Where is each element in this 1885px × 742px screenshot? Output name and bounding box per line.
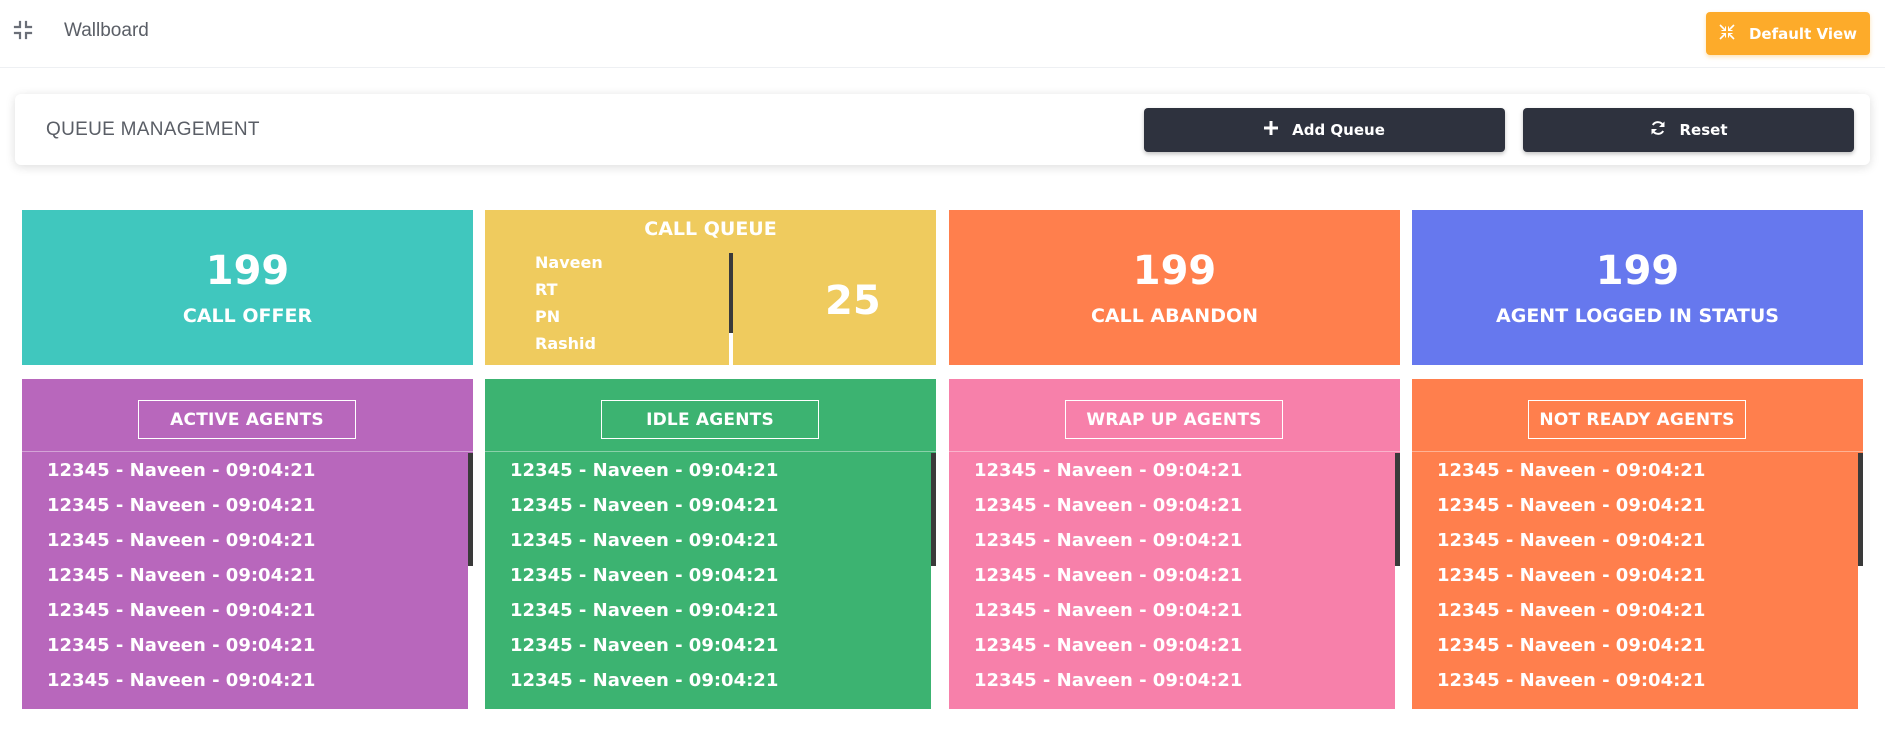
list-item: 12345 - Naveen - 09:04:21 — [974, 635, 1243, 656]
list-item: 12345 - Naveen - 09:04:21 — [974, 530, 1243, 551]
list-item: 12345 - Naveen - 09:04:21 — [47, 670, 316, 691]
call-abandon-label: CALL ABANDON — [1090, 305, 1259, 327]
list-item: 12345 - Naveen - 09:04:21 — [47, 530, 316, 551]
call-queue-list: Naveen RT PN Rashid — [535, 254, 710, 362]
top-bar: Wallboard Default View — [0, 0, 1885, 68]
agent-logged-in-tile: 199 AGENT LOGGED IN STATUS — [1412, 210, 1863, 365]
agent-logged-in-label: AGENT LOGGED IN STATUS — [1496, 305, 1779, 327]
call-queue-tile: CALL QUEUE Naveen RT PN Rashid 25 — [485, 210, 936, 365]
list-item: 12345 - Naveen - 09:04:21 — [1437, 600, 1706, 621]
not-ready-agents-title: NOT READY AGENTS — [1528, 400, 1746, 439]
list-item: 12345 - Naveen - 09:04:21 — [974, 670, 1243, 691]
active-agents-panel: ACTIVE AGENTS 12345 - Naveen - 09:04:21 … — [22, 379, 473, 709]
scrollbar-thumb[interactable] — [931, 453, 936, 566]
call-abandon-tile: 199 CALL ABANDON — [949, 210, 1400, 365]
wrap-up-agents-list: 12345 - Naveen - 09:04:21 12345 - Naveen… — [949, 453, 1395, 698]
scrollbar-thumb[interactable] — [1395, 453, 1400, 566]
call-abandon-value: 199 — [1132, 248, 1217, 294]
scrollbar-thumb[interactable] — [1858, 453, 1863, 566]
idle-agents-title: IDLE AGENTS — [601, 400, 819, 439]
page-title: Wallboard — [64, 20, 149, 41]
idle-agents-list: 12345 - Naveen - 09:04:21 12345 - Naveen… — [485, 453, 931, 698]
list-item: 12345 - Naveen - 09:04:21 — [974, 495, 1243, 516]
active-agents-title: ACTIVE AGENTS — [138, 400, 356, 439]
list-item: 12345 - Naveen - 09:04:21 — [1437, 530, 1706, 551]
list-item: 12345 - Naveen - 09:04:21 — [974, 565, 1243, 586]
call-offer-value: 199 — [205, 248, 290, 294]
list-item: 12345 - Naveen - 09:04:21 — [47, 635, 316, 656]
call-queue-item: RT — [535, 280, 558, 299]
list-item: 12345 - Naveen - 09:04:21 — [1437, 565, 1706, 586]
list-item: 12345 - Naveen - 09:04:21 — [47, 495, 316, 516]
wrap-up-agents-panel: WRAP UP AGENTS 12345 - Naveen - 09:04:21… — [949, 379, 1400, 709]
call-offer-label: CALL OFFER — [182, 305, 313, 327]
list-item: 12345 - Naveen - 09:04:21 — [510, 460, 779, 481]
scrollbar-thumb[interactable] — [468, 453, 473, 566]
collapse-arrows-icon[interactable] — [12, 19, 34, 41]
list-item: 12345 - Naveen - 09:04:21 — [47, 565, 316, 586]
plus-icon — [1264, 121, 1292, 139]
list-item: 12345 - Naveen - 09:04:21 — [510, 670, 779, 691]
list-item: 12345 - Naveen - 09:04:21 — [510, 495, 779, 516]
add-queue-button[interactable]: Add Queue — [1144, 108, 1505, 152]
queue-management-title: QUEUE MANAGEMENT — [46, 119, 260, 140]
idle-agents-panel: IDLE AGENTS 12345 - Naveen - 09:04:21 12… — [485, 379, 936, 709]
list-item: 12345 - Naveen - 09:04:21 — [974, 460, 1243, 481]
compress-icon — [1719, 23, 1749, 44]
list-item: 12345 - Naveen - 09:04:21 — [510, 530, 779, 551]
list-item: 12345 - Naveen - 09:04:21 — [510, 635, 779, 656]
list-item: 12345 - Naveen - 09:04:21 — [1437, 635, 1706, 656]
list-item: 12345 - Naveen - 09:04:21 — [1437, 670, 1706, 691]
list-item: 12345 - Naveen - 09:04:21 — [47, 460, 316, 481]
panel-header: ACTIVE AGENTS — [22, 379, 473, 452]
not-ready-agents-list: 12345 - Naveen - 09:04:21 12345 - Naveen… — [1412, 453, 1858, 698]
default-view-button[interactable]: Default View — [1706, 12, 1870, 55]
active-agents-list: 12345 - Naveen - 09:04:21 12345 - Naveen… — [22, 453, 468, 698]
list-item: 12345 - Naveen - 09:04:21 — [510, 600, 779, 621]
agent-logged-in-value: 199 — [1595, 248, 1680, 294]
wrap-up-agents-title: WRAP UP AGENTS — [1065, 400, 1283, 439]
call-queue-scrollbar-thumb[interactable] — [729, 253, 733, 333]
reset-label: Reset — [1679, 121, 1728, 139]
not-ready-agents-panel: NOT READY AGENTS 12345 - Naveen - 09:04:… — [1412, 379, 1863, 709]
call-queue-title: CALL QUEUE — [644, 218, 777, 240]
panel-header: NOT READY AGENTS — [1412, 379, 1863, 452]
call-queue-item: PN — [535, 307, 561, 326]
list-item: 12345 - Naveen - 09:04:21 — [974, 600, 1243, 621]
queue-management-card: QUEUE MANAGEMENT Add Queue Reset — [15, 94, 1870, 165]
default-view-label: Default View — [1748, 24, 1857, 43]
list-item: 12345 - Naveen - 09:04:21 — [510, 565, 779, 586]
call-queue-count: 25 — [825, 278, 881, 324]
list-item: 12345 - Naveen - 09:04:21 — [47, 600, 316, 621]
refresh-icon — [1650, 120, 1680, 140]
panel-header: WRAP UP AGENTS — [949, 379, 1400, 452]
list-item: 12345 - Naveen - 09:04:21 — [1437, 495, 1706, 516]
reset-button[interactable]: Reset — [1523, 108, 1854, 152]
list-item: 12345 - Naveen - 09:04:21 — [1437, 460, 1706, 481]
call-queue-item: Rashid — [535, 334, 596, 353]
call-queue-item: Naveen — [535, 253, 603, 272]
panel-header: IDLE AGENTS — [485, 379, 936, 452]
add-queue-label: Add Queue — [1292, 121, 1385, 139]
call-offer-tile: 199 CALL OFFER — [22, 210, 473, 365]
